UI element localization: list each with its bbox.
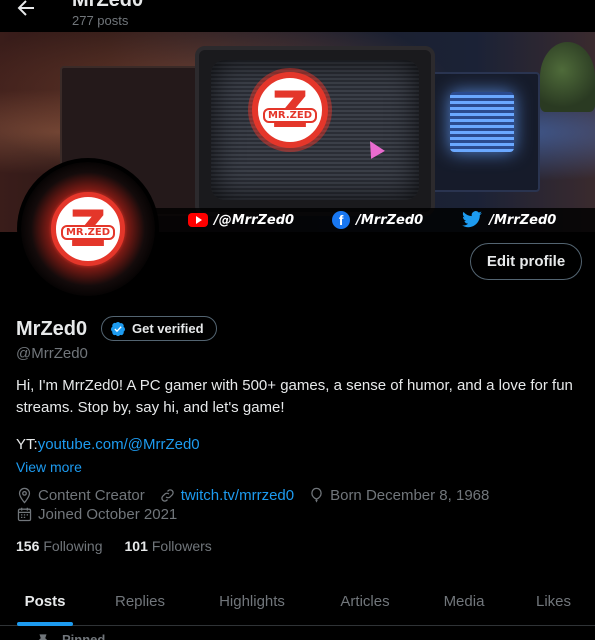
youtube-icon	[188, 213, 208, 227]
meta-category: Content Creator	[16, 487, 145, 504]
tab-highlights[interactable]: Highlights	[190, 576, 314, 626]
banner-logo: Z MR.ZED	[252, 72, 328, 148]
banner-youtube: /@MrrZed0	[188, 213, 294, 228]
tab-posts[interactable]: Posts	[0, 576, 90, 626]
top-bar: MrZed0 277 posts	[0, 0, 595, 32]
pinned-indicator: Pinned	[36, 632, 105, 640]
avatar[interactable]: Z MR.ZED	[17, 158, 159, 300]
view-more-link[interactable]: View more	[16, 459, 82, 475]
calendar-icon	[17, 507, 32, 522]
link-icon	[161, 489, 174, 502]
header-title: MrZed0	[72, 0, 144, 11]
meta-joined: Joined October 2021	[16, 506, 177, 523]
banner-twitter: /MrrZed0	[461, 211, 556, 229]
tab-media[interactable]: Media	[416, 576, 512, 626]
banner-facebook: f /MrrZed0	[332, 211, 423, 229]
handle: @MrrZed0	[16, 345, 88, 362]
arrow-left-icon[interactable]	[14, 0, 38, 20]
banner-plant	[540, 42, 595, 112]
profile-meta-row: Content Creator twitch.tv/mrrzed0 Born D…	[16, 487, 503, 504]
avatar-logo: Z MR.ZED	[51, 192, 125, 266]
tab-articles[interactable]: Articles	[314, 576, 416, 626]
active-tab-indicator	[17, 622, 73, 626]
facebook-icon: f	[332, 211, 351, 229]
website-link[interactable]: twitch.tv/mrrzed0	[181, 487, 294, 504]
profile-meta-row-joined: Joined October 2021	[16, 506, 191, 523]
banner-speaker	[430, 72, 540, 192]
location-pin-icon	[18, 487, 31, 504]
posts-count: 277 posts	[72, 13, 129, 28]
following-link[interactable]: 156 Following	[16, 538, 103, 554]
yt-line: YT:youtube.com/@MrrZed0	[16, 436, 200, 453]
tab-replies[interactable]: Replies	[90, 576, 190, 626]
meta-website: twitch.tv/mrrzed0	[159, 487, 294, 504]
yt-prefix: YT:	[16, 436, 38, 453]
banner-socials: /@MrrZed0 f /MrrZed0 /MrrZed0	[150, 208, 595, 232]
edit-profile-button[interactable]: Edit profile	[470, 243, 582, 280]
followers-link[interactable]: 101 Followers	[125, 538, 212, 554]
balloon-icon	[311, 487, 322, 503]
verified-badge-icon	[111, 321, 125, 336]
get-verified-button[interactable]: Get verified	[101, 316, 217, 341]
youtube-link[interactable]: youtube.com/@MrrZed0	[38, 436, 200, 453]
follow-stats: 156 Following 101 Followers	[16, 538, 234, 554]
tab-likes[interactable]: Likes	[512, 576, 595, 626]
twitter-icon	[462, 211, 483, 228]
get-verified-label: Get verified	[132, 321, 204, 336]
bio: Hi, I'm MrrZed0! A PC gamer with 500+ ga…	[16, 377, 573, 416]
meta-birthday: Born December 8, 1968	[308, 487, 489, 504]
profile-tabs: Posts Replies Highlights Articles Media …	[0, 576, 595, 626]
display-name: MrZed0	[16, 318, 88, 340]
pin-icon	[38, 633, 48, 640]
